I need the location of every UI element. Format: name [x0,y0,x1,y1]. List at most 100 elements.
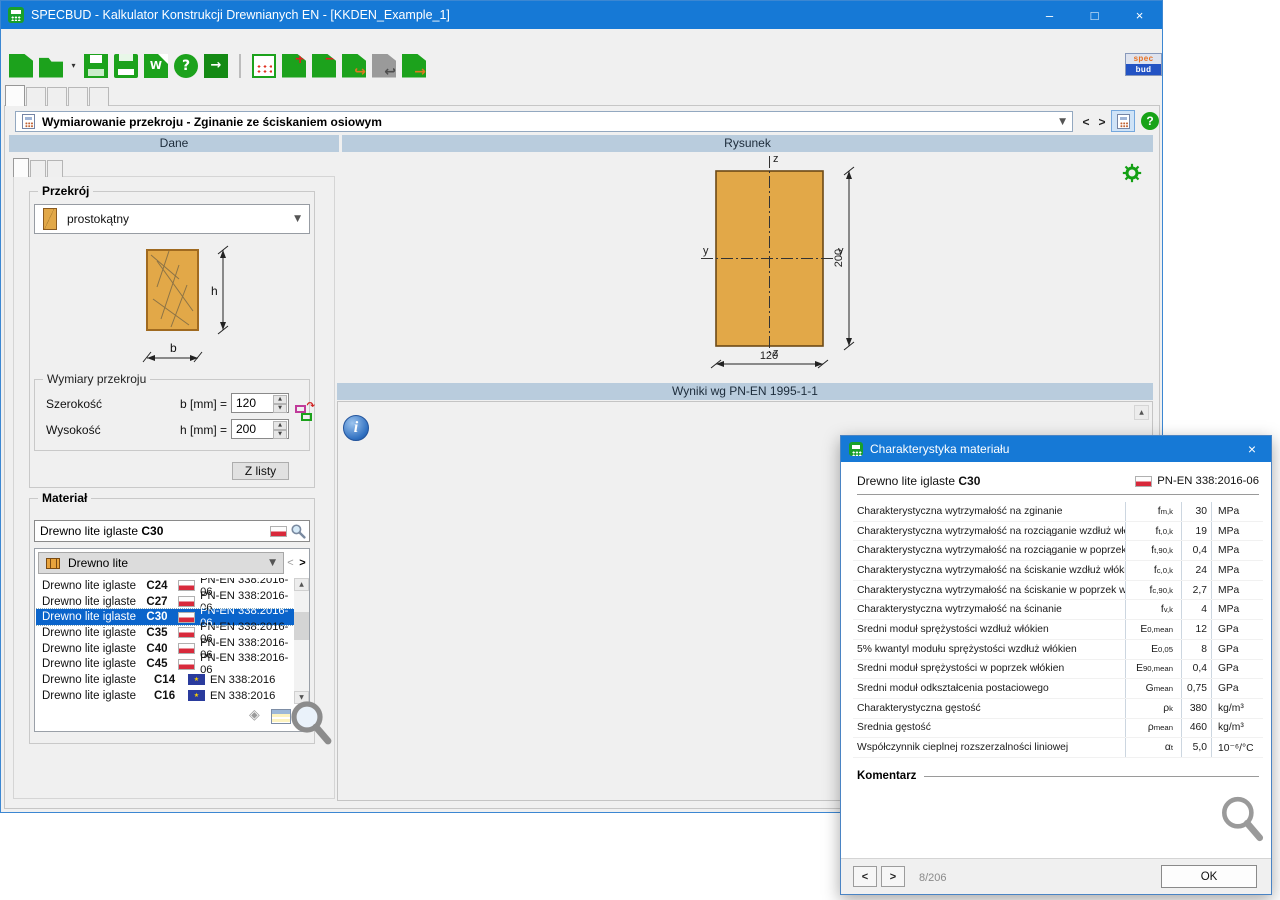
material-category-select[interactable]: Drewno lite ▼ [38,552,284,574]
search-icon[interactable] [290,523,306,539]
toolbar-separator [239,54,241,78]
ok-button[interactable]: OK [1161,865,1257,888]
export-word-icon[interactable]: W [144,54,168,78]
subtab-oddzialywania[interactable] [30,160,46,177]
close-button[interactable]: × [1117,1,1162,29]
app-calculator-icon [849,442,863,456]
dialog-prev-button[interactable]: < [853,866,877,887]
material-row[interactable]: Drewno lite iglaste C16 EN 338:2016 [36,688,294,704]
task-selector-value: Wymiarowanie przekroju - Zginanie ze ści… [42,115,382,129]
move-icon[interactable]: ◈ [249,707,260,723]
chevron-down-icon: ▼ [269,558,276,568]
swap-dimensions-icon[interactable]: ↷ [295,401,315,423]
prev-element-icon[interactable]: ↩ [372,54,396,78]
dialog-close-icon[interactable]: × [1233,436,1271,462]
table-row: Średnia gęstość ρmean 460 kg/m³ [853,719,1263,739]
z-listy-button[interactable]: Z listy [232,462,289,480]
wymiary-groupbox: Wymiary przekroju [34,379,310,451]
width-spinner[interactable]: ▲▼ [273,395,287,411]
material-list-panel: Drewno lite ▼ < > Drewno lite iglaste C2… [34,548,310,732]
results-scroll-up[interactable]: ▲ [1134,405,1149,420]
help-icon[interactable]: ? [174,54,198,78]
dialog-norm: PN-EN 338:2016-06 [1157,475,1259,487]
table-row: Współczynnik cieplnej rozszerzalności li… [853,738,1263,758]
dialog-footer: < > 8/206 OK [841,858,1271,894]
task-next-button[interactable]: > [1095,112,1109,131]
svg-text:z: z [773,153,779,165]
material-search-field[interactable]: Drewno lite iglaste C30 [34,520,310,542]
table-row: Charakterystyczna wytrzymałość na zginan… [853,502,1263,522]
b-eq-label: b [mm] = [151,397,227,411]
material-row[interactable]: Drewno lite iglaste C14 EN 338:2016 [36,672,294,688]
norm-flag-icon [178,580,195,591]
drawing-settings-gear-icon[interactable] [1122,163,1142,183]
remove-element-icon[interactable]: − [312,54,336,78]
table-row: Charakterystyczna wytrzymałość na rozcią… [853,522,1263,542]
height-input[interactable]: 200 ▲▼ [231,419,289,439]
title-bar: SPECBUD - Kalkulator Konstrukcji Drewnia… [1,1,1162,29]
new-file-icon[interactable] [9,54,33,78]
calculators-grid-icon[interactable] [252,54,276,78]
page-counter: 8/206 [919,872,947,884]
material-zoom-icon[interactable] [289,699,333,747]
material-properties-table: Charakterystyczna wytrzymałość na zginan… [853,502,1263,758]
tab-scinanie-na-podporze-belki[interactable] [47,87,67,106]
calculator-toggle-button[interactable] [1111,110,1135,132]
chevron-down-icon: ▼ [294,214,301,224]
add-element-icon[interactable]: + [282,54,306,78]
dialog-next-button[interactable]: > [881,866,905,887]
table-view-icon[interactable] [271,709,291,724]
context-help-button[interactable]: ? [1141,112,1159,130]
subtab-przekroj[interactable] [13,158,29,177]
table-row: Charakterystyczna wytrzymałość na ścinan… [853,600,1263,620]
tab-belka[interactable] [68,87,88,106]
dialog-title-bar: Charakterystyka materiału × [841,436,1271,462]
width-input[interactable]: 120 ▲▼ [231,393,289,413]
scrollbar-thumb[interactable] [294,612,309,640]
norm-flag-icon [178,612,195,623]
open-dropdown-arrow[interactable]: ▾ [69,54,78,78]
table-row: Charakterystyczna wytrzymałość na rozcią… [853,541,1263,561]
category-next-button[interactable]: > [297,555,308,571]
chevron-down-icon: ▼ [1059,117,1066,127]
dialog-material-name: Drewno lite iglaste [857,474,955,488]
table-row: Średni moduł odkształcenia postaciowego … [853,679,1263,699]
norm-flag-icon [178,643,195,654]
category-prev-button[interactable]: < [285,555,296,571]
open-file-icon[interactable] [39,54,63,78]
height-spinner[interactable]: ▲▼ [273,421,287,437]
poland-flag-icon [270,526,287,537]
tab-zginanie-ze-sciskaniem[interactable] [5,85,25,106]
svg-text:h: h [211,284,218,298]
szerokosc-label: Szerokość [46,397,102,411]
next-element-icon[interactable]: → [402,54,426,78]
scroll-up-icon[interactable]: ▲ [294,578,309,591]
section-sketch: h b [29,241,315,373]
toolbar: ▾W?→+−↪↩→ [1,49,1162,82]
svg-text:200: 200 [833,249,845,267]
table-row: Średni moduł sprężystości wzdłuż włókien… [853,620,1263,640]
copy-element-icon[interactable]: ↪ [342,54,366,78]
material-list: Drewno lite iglaste C24 PN-EN 338:2016-0… [36,578,294,704]
maximize-button[interactable]: □ [1072,1,1117,29]
task-prev-button[interactable]: < [1079,112,1093,131]
shape-select[interactable]: prostokątny ▼ [34,204,310,234]
save-icon[interactable] [84,54,108,78]
table-row: Charakterystyczna gęstość ρk 380 kg/m³ [853,699,1263,719]
norm-flag-icon [188,690,205,701]
material-list-scrollbar[interactable]: ▲ ▼ [294,578,309,704]
section-drawing: z z y y 200 120 [661,149,1161,379]
print-icon[interactable] [114,54,138,78]
minimize-button[interactable]: – [1027,1,1072,29]
table-row: Charakterystyczna wytrzymałość na ściska… [853,581,1263,601]
material-row[interactable]: Drewno lite iglaste C45 PN-EN 338:2016-0… [36,656,294,672]
tab-scinanie-dwukierunkowe[interactable] [26,87,46,106]
exit-icon[interactable]: → [204,54,228,78]
subtab-zalozenia[interactable] [47,160,63,177]
komentarz-section: Komentarz [857,770,1259,782]
calculator-icon [22,114,35,129]
dialog-zoom-icon[interactable] [1219,794,1265,844]
task-selector-combo[interactable]: Wymiarowanie przekroju - Zginanie ze ści… [15,111,1073,132]
info-icon[interactable]: i [343,415,369,441]
tab-slup[interactable] [89,87,109,106]
